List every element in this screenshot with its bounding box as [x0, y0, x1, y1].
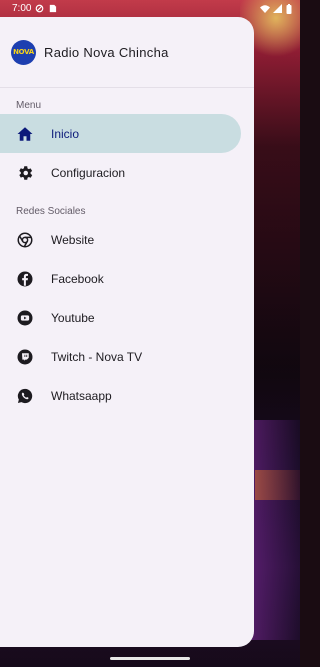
drawer-item-configuracion[interactable]: Configuracion: [0, 153, 254, 192]
facebook-icon: [16, 270, 34, 288]
section-label-menu: Menu: [16, 100, 42, 111]
drawer-item-label: Inicio: [51, 126, 80, 141]
drawer-item-label: Youtube: [51, 310, 95, 325]
drawer-item-inicio[interactable]: Inicio: [0, 114, 241, 153]
drawer-item-facebook[interactable]: Facebook: [0, 259, 254, 298]
status-time: 7:00: [12, 3, 32, 14]
drawer-item-whatsapp[interactable]: Whatsaapp: [0, 376, 254, 415]
signal-icon: [273, 4, 282, 13]
gear-icon: [16, 164, 34, 182]
gesture-navigation-bar[interactable]: [110, 657, 190, 660]
drawer-item-twitch[interactable]: Twitch - Nova TV: [0, 337, 254, 376]
drawer-item-youtube[interactable]: Youtube: [0, 298, 254, 337]
drawer-item-label: Twitch - Nova TV: [51, 349, 143, 364]
chrome-icon: [16, 231, 34, 249]
status-bar: 7:00: [0, 0, 300, 17]
drawer-header: NOVA Radio Nova Chincha: [0, 17, 254, 88]
background-glow: [255, 470, 300, 500]
wifi-icon: [260, 4, 270, 13]
home-icon: [16, 125, 34, 143]
app-logo: NOVA: [11, 39, 36, 65]
background-glow: [250, 420, 300, 640]
drawer-item-label: Configuracion: [51, 165, 126, 180]
navigation-drawer: NOVA Radio Nova Chincha Menu Inicio Conf…: [0, 17, 254, 647]
twitch-icon: [16, 348, 34, 366]
section-label-redes-sociales: Redes Sociales: [16, 206, 86, 217]
drawer-item-label: Whatsaapp: [51, 388, 112, 403]
drawer-item-label: Website: [51, 232, 95, 247]
drawer-item-website[interactable]: Website: [0, 220, 254, 259]
battery-icon: [286, 4, 292, 14]
drawer-item-label: Facebook: [51, 271, 104, 286]
privacy-icon: [35, 4, 44, 13]
app-title: Radio Nova Chincha: [44, 44, 169, 60]
whatsapp-icon: [16, 387, 34, 405]
sim-icon: [48, 4, 57, 13]
youtube-icon: [16, 309, 34, 327]
